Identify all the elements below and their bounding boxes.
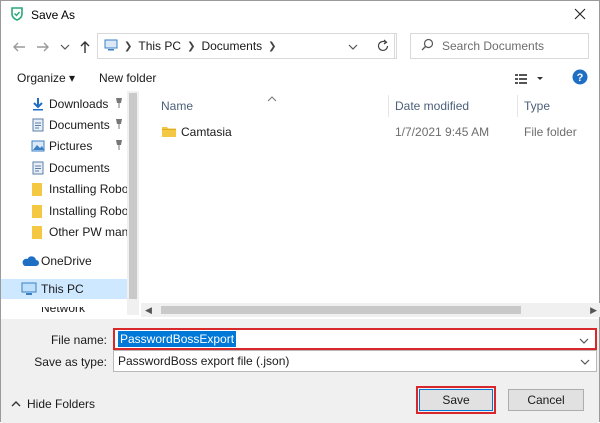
pin-icon	[114, 139, 124, 154]
address-bar[interactable]: ❯ This PC ❯ Documents ❯	[97, 33, 395, 59]
new-folder-button[interactable]: New folder	[99, 71, 156, 85]
save-as-type-label: Save as type:	[34, 355, 107, 369]
computer-icon	[104, 38, 118, 55]
sidebar-item-documents[interactable]: Documents	[1, 115, 127, 135]
refresh-icon[interactable]	[369, 33, 397, 59]
download-icon	[31, 97, 45, 111]
breadcrumb-separator-icon: ❯	[268, 40, 277, 52]
table-row[interactable]: Camtasia 1/7/2021 9:45 AM File folder	[141, 121, 600, 143]
pin-icon	[114, 118, 124, 133]
pictures-icon	[31, 139, 45, 153]
scrollbar-thumb[interactable]	[129, 93, 137, 299]
folder-icon	[31, 182, 45, 196]
folder-icon	[31, 225, 45, 239]
sidebar-item-this-pc[interactable]: This PC	[1, 279, 127, 299]
toolbar: Organize ▾ New folder ?	[1, 67, 599, 91]
help-icon[interactable]: ?	[572, 69, 588, 88]
file-list: Name Date modified Type Camtasia 1/7/202…	[141, 91, 600, 303]
save-as-type-select[interactable]: PasswordBoss export file (.json)	[113, 350, 597, 372]
navigation-scrollbar[interactable]	[127, 91, 139, 315]
column-header-name[interactable]: Name	[161, 99, 193, 113]
chevron-down-icon[interactable]	[580, 356, 590, 370]
save-as-dialog: Save As ❯ This PC ❯ Documents ❯ Search D…	[0, 0, 600, 423]
sidebar-item-pictures[interactable]: Pictures	[1, 136, 127, 156]
app-icon	[9, 6, 25, 22]
sidebar-item-label: Downloads	[49, 97, 109, 111]
computer-icon	[21, 282, 37, 296]
file-name-input[interactable]: PasswordBossExport	[113, 328, 597, 350]
view-options-icon[interactable]	[515, 73, 543, 88]
folder-icon	[161, 124, 177, 141]
pin-icon	[114, 97, 124, 112]
search-icon	[421, 38, 434, 54]
sidebar-item-other-pw[interactable]: Other PW mana	[1, 222, 127, 242]
sidebar-item-label: Installing RoboF	[49, 182, 127, 196]
close-icon[interactable]	[567, 3, 593, 25]
file-name-value: PasswordBossExport	[118, 331, 237, 347]
sidebar-item-label: OneDrive	[41, 254, 92, 268]
cloud-icon	[21, 254, 39, 268]
sidebar-item-downloads[interactable]: Downloads	[1, 94, 127, 114]
chevron-down-icon[interactable]	[57, 39, 73, 55]
sidebar-item-label: Documents	[49, 118, 110, 132]
sidebar-item-label: Documents	[49, 161, 110, 175]
organize-button[interactable]: Organize ▾	[17, 71, 75, 85]
column-divider	[517, 95, 518, 117]
file-name: Camtasia	[181, 125, 232, 139]
cancel-button[interactable]: Cancel	[508, 389, 584, 411]
forward-arrow-icon[interactable]	[35, 39, 51, 55]
scrollbar-thumb[interactable]	[161, 306, 521, 314]
folder-icon	[31, 204, 45, 218]
window-title: Save As	[31, 8, 76, 22]
search-box[interactable]: Search Documents	[410, 33, 589, 59]
breadcrumb-separator-icon: ❯	[124, 40, 133, 52]
documents-icon	[31, 118, 45, 132]
sidebar-item-network[interactable]: Network	[1, 307, 127, 315]
dialog-footer: Hide Folders Save Cancel	[1, 375, 599, 423]
sidebar-item-label: This PC	[41, 282, 84, 296]
hide-folders-button[interactable]: Hide Folders	[11, 397, 95, 411]
sort-ascending-icon	[267, 91, 277, 105]
sidebar-item-label: Network	[41, 307, 86, 315]
save-as-type-value: PasswordBoss export file (.json)	[118, 354, 290, 368]
title-bar: Save As	[1, 1, 599, 29]
search-placeholder: Search Documents	[442, 39, 545, 53]
sidebar-item-label: Pictures	[49, 139, 93, 153]
documents-icon	[31, 161, 45, 175]
address-dropdown-icon[interactable]	[348, 41, 358, 55]
column-header-date-modified[interactable]: Date modified	[395, 99, 469, 113]
sidebar-item-onedrive[interactable]: OneDrive	[1, 251, 127, 271]
breadcrumb-documents[interactable]: Documents	[201, 39, 262, 53]
sidebar-item-documents-2[interactable]: Documents	[1, 158, 127, 178]
navigation-bar: ❯ This PC ❯ Documents ❯ Search Documents	[1, 31, 599, 63]
sidebar-item-installing-robof-1[interactable]: Installing RoboF	[1, 179, 127, 199]
breadcrumb-this-pc[interactable]: This PC	[138, 39, 181, 53]
sidebar-item-label: Installing RoboF	[49, 204, 127, 218]
chevron-down-icon[interactable]	[579, 335, 589, 349]
chevron-up-icon	[11, 397, 21, 411]
scroll-right-icon[interactable]: ▶	[590, 305, 597, 316]
column-divider	[388, 95, 389, 117]
sidebar-item-installing-robof-2[interactable]: Installing RoboF	[1, 201, 127, 221]
save-button[interactable]: Save	[416, 386, 496, 414]
up-arrow-icon[interactable]	[77, 39, 93, 55]
svg-text:?: ?	[577, 72, 584, 84]
file-name-label: File name:	[50, 333, 107, 347]
sidebar-item-label: Other PW mana	[49, 225, 127, 239]
file-date: 1/7/2021 9:45 AM	[395, 125, 490, 139]
save-fields: File name: PasswordBossExport Save as ty…	[1, 319, 599, 375]
file-list-scrollbar[interactable]: ◀ ▶	[141, 303, 600, 317]
column-header-type[interactable]: Type	[524, 99, 550, 113]
hide-folders-label: Hide Folders	[27, 397, 96, 411]
navigation-pane: Downloads Documents Pictures Documents I…	[1, 91, 127, 315]
file-type: File folder	[524, 125, 577, 139]
scroll-left-icon[interactable]: ◀	[145, 305, 152, 316]
breadcrumb-separator-icon: ❯	[187, 40, 196, 52]
back-arrow-icon[interactable]	[11, 39, 27, 55]
